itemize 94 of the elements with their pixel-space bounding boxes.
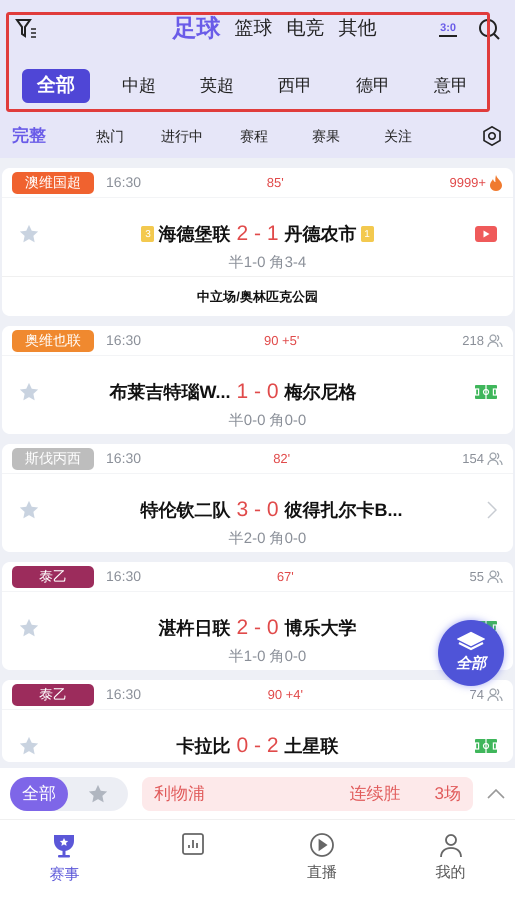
sport-tab[interactable]: 足球 (172, 11, 221, 47)
filter-tab[interactable]: 进行中 (146, 126, 218, 146)
match-stats: 半1-0 角0-0 (228, 646, 306, 667)
favorite-star-icon[interactable] (18, 617, 40, 639)
chart-icon (181, 832, 206, 856)
people-icon (487, 688, 503, 702)
user-icon (438, 832, 464, 858)
match-score: 2 - 0 (236, 615, 279, 642)
away-team: 梅尔尼格 (284, 380, 357, 404)
chevron-right-icon[interactable] (487, 501, 497, 519)
filter-tab[interactable]: 完整 (12, 123, 74, 149)
league-tag: 澳维国超 (12, 172, 94, 194)
people-icon (487, 334, 503, 348)
match-score: 0 - 2 (236, 733, 279, 760)
filter-tab[interactable]: 赛程 (218, 126, 290, 146)
match-time: 16:30 (106, 331, 142, 350)
match-score: 1 - 0 (236, 379, 279, 406)
all-toggle[interactable]: 全部 (10, 776, 68, 810)
league-tab[interactable]: 全部 (22, 69, 90, 103)
nav-tab[interactable]: 赛事 (0, 832, 129, 886)
nav-tab[interactable]: 我的 (386, 832, 515, 884)
league-tab[interactable]: 西甲 (256, 69, 334, 103)
match-stats: 半2-0 角0-0 (228, 528, 306, 549)
league-tag: 斯伐丙西 (12, 448, 94, 470)
venue-label: 中立场/奥林匹克公园 (197, 288, 318, 306)
away-team: 丹德农市 (284, 222, 357, 246)
chevron-up-icon[interactable] (487, 788, 505, 800)
match-minute: 67' (276, 568, 294, 586)
home-team: 湛杵日联 (158, 616, 230, 640)
home-team: 卡拉比 (176, 734, 230, 758)
match-minute: 90 +4' (268, 686, 303, 704)
match-time: 16:30 (106, 685, 142, 704)
match-card[interactable]: 泰乙 16:30 90 +4' 74 卡拉比 0 - 2 土星联 (2, 680, 513, 762)
favorites-switch[interactable]: 全部 (10, 776, 128, 810)
filter-tab[interactable]: 热门 (74, 126, 146, 146)
play-icon (308, 832, 335, 858)
score-toggle[interactable]: 3:0 (439, 21, 457, 37)
league-tab[interactable]: 德甲 (334, 69, 412, 103)
layers-icon (457, 630, 485, 653)
match-card[interactable]: 斯伐丙西 16:30 82' 154 特伦钦二队 3 - 0 彼得扎尔卡B... 半2-0 角0-0 (2, 444, 513, 552)
viewer-count: 218 (462, 332, 484, 350)
league-tab[interactable]: 英超 (178, 69, 256, 103)
away-team: 博乐大学 (284, 616, 357, 640)
sport-tab[interactable]: 其他 (338, 14, 377, 44)
sport-tab[interactable]: 篮球 (234, 14, 273, 44)
away-team: 彼得扎尔卡B... (284, 498, 403, 522)
league-tab[interactable]: 意甲 (412, 69, 490, 103)
match-card[interactable]: 澳维国超 16:30 85' 9999+ 3 海德堡联 2 - 1 丹德农市 1 半1-0 角3-4 中立场/奥林匹克公园 (2, 168, 513, 316)
match-stats: 半0-0 角0-0 (228, 410, 306, 431)
sport-tab[interactable]: 电竞 (286, 14, 325, 44)
settings-icon[interactable] (481, 125, 503, 147)
search-icon[interactable] (477, 17, 501, 41)
rank-badge: 1 (360, 226, 374, 242)
away-team: 土星联 (284, 734, 339, 758)
match-minute: 82' (273, 450, 290, 468)
nav-tab[interactable]: 直播 (258, 832, 386, 884)
league-tab[interactable]: 中超 (100, 69, 178, 103)
home-team: 布莱吉特瑙W... (109, 380, 230, 404)
filter-tab[interactable]: 赛果 (290, 126, 362, 146)
viewer-count: 9999+ (449, 174, 486, 192)
viewer-count: 55 (470, 568, 484, 586)
match-minute: 90 +5' (264, 332, 300, 350)
favorite-star-icon[interactable] (18, 499, 40, 521)
match-card[interactable]: 奥维也联 16:30 90 +5' 218 布莱吉特瑙W... 1 - 0 梅尔尼格 半0-0 角0-0 (2, 326, 513, 434)
match-time: 16:30 (106, 449, 142, 468)
favorite-star-icon[interactable] (18, 381, 40, 403)
streak-count: 3场 (434, 782, 461, 805)
home-team: 海德堡联 (158, 222, 230, 246)
match-score: 2 - 1 (236, 221, 279, 248)
video-icon[interactable] (475, 226, 497, 242)
flame-icon (489, 174, 503, 190)
pitch-icon[interactable] (475, 385, 497, 399)
favorite-star-icon[interactable] (18, 735, 40, 757)
viewer-count: 154 (462, 450, 484, 468)
rank-badge: 3 (141, 226, 154, 242)
filter-icon[interactable] (14, 17, 38, 41)
filter-tab[interactable]: 关注 (362, 126, 434, 146)
league-tag: 泰乙 (12, 684, 94, 706)
match-score: 3 - 0 (236, 497, 279, 524)
match-minute: 85' (266, 174, 284, 192)
viewer-count: 74 (470, 686, 484, 704)
league-tag: 奥维也联 (12, 330, 94, 352)
people-icon (487, 570, 503, 584)
match-stats: 半1-0 角3-4 (228, 252, 306, 273)
streak-label: 连续胜 (350, 782, 401, 805)
league-tag: 泰乙 (12, 566, 94, 588)
pitch-icon[interactable] (475, 739, 497, 753)
home-team: 特伦钦二队 (140, 498, 230, 522)
match-time: 16:30 (106, 173, 142, 192)
star-toggle-icon[interactable] (87, 782, 109, 804)
match-time: 16:30 (106, 567, 142, 586)
people-icon (487, 452, 503, 466)
team-name: 利物浦 (154, 782, 205, 805)
favorite-star-icon[interactable] (18, 223, 40, 245)
